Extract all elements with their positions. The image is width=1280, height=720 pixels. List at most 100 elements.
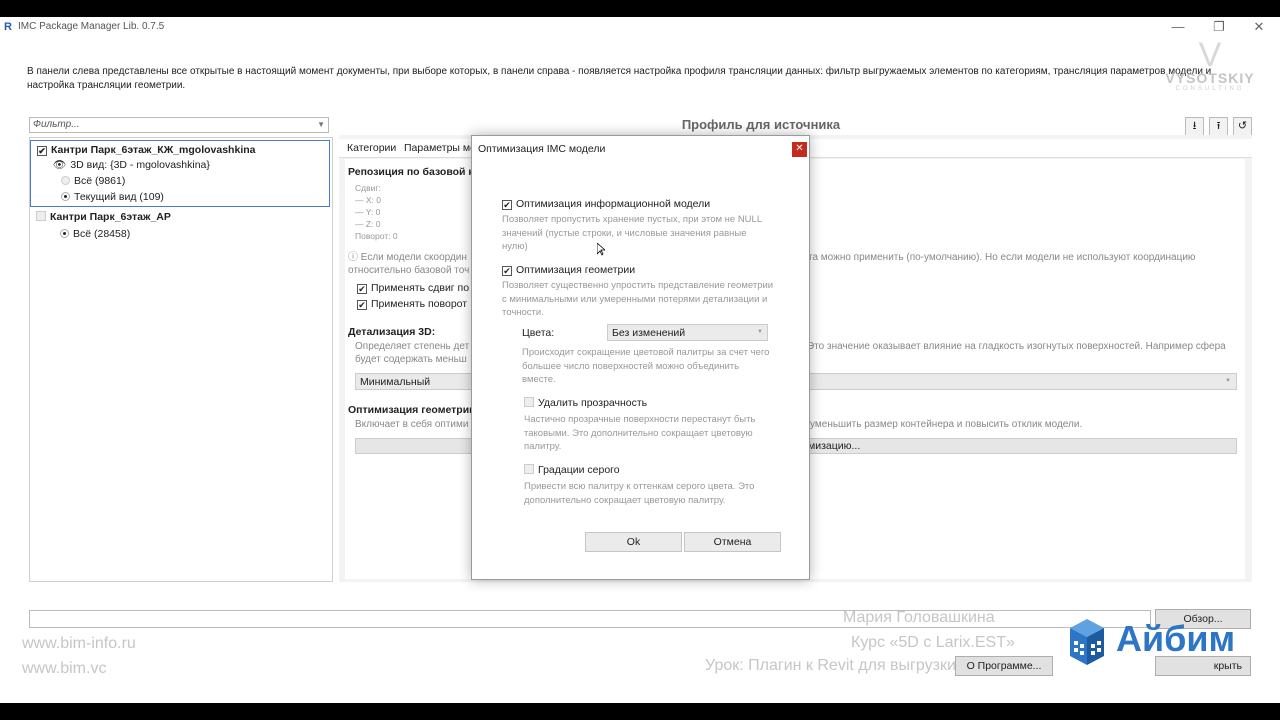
option-label: Всё (28458) (73, 228, 131, 240)
aibim-logo: Айбим (1068, 615, 1258, 671)
document-1-option-all[interactable]: Всё (9861) (61, 175, 125, 187)
author-name: Мария Головашкина (843, 609, 995, 626)
option-label: Текущий вид (109) (74, 191, 164, 203)
minimize-button[interactable]: — (1160, 17, 1196, 37)
rotation-value: Поворот: 0 (355, 231, 398, 241)
aibim-wordmark: Айбим (1116, 618, 1236, 659)
remove-transparency-label: Удалить прозрачность (538, 397, 648, 409)
eye-icon: 👁 (53, 159, 67, 171)
shift-x: — X: 0 (355, 195, 381, 205)
close-dialog-button[interactable]: ✕ (792, 142, 807, 157)
watermark-sub: CONSULTING (1175, 86, 1245, 92)
profile-title: Профиль для источника (681, 117, 841, 132)
dialog-title: Оптимизация IMC модели (478, 143, 606, 155)
about-button[interactable]: О Программе... (955, 656, 1053, 676)
option-label: Всё (9861) (74, 175, 126, 187)
apply-shift-option[interactable]: ✔ Применять сдвиг по (357, 282, 469, 294)
info-optimization-label: Оптимизация информационной модели (516, 198, 711, 210)
detail-heading: Детализация 3D: (348, 326, 436, 338)
chevron-down-icon[interactable]: ▼ (317, 120, 325, 129)
document-1-checkbox[interactable]: ✔ (37, 146, 47, 156)
document-2-checkbox[interactable] (36, 211, 46, 221)
document-1-view: 👁 3D вид: {3D - mgolovashkina} (53, 158, 210, 171)
course-name: Курс «5D с Larix.EST» (851, 634, 1015, 651)
colors-value: Без изменений (612, 327, 686, 339)
info-optimization-hint: Позволяет пропустить хранение пустых, пр… (502, 214, 762, 252)
filter-placeholder: Фильтр... (33, 119, 80, 130)
document-1-option-current-view[interactable]: Текущий вид (109) (61, 191, 164, 203)
document-1-name: Кантри Парк_6этаж_КЖ_mgolovashkina (51, 144, 256, 156)
description-text: В панели слева представлены все открытые… (27, 66, 1212, 91)
detail-hint-left-2: будет содержать меньш (355, 354, 467, 365)
colors-label: Цвета: (522, 327, 555, 339)
info-optimization-checkbox[interactable]: ✔ (502, 200, 512, 210)
export-profile-button[interactable]: ⭱ (1209, 117, 1228, 136)
cancel-button[interactable]: Отмена (684, 532, 781, 552)
tab-categories[interactable]: Категории (347, 142, 396, 154)
chevron-down-icon: ▼ (1225, 378, 1231, 384)
tab-parameters[interactable]: Параметры мо (404, 142, 476, 154)
optimization-button-label: мизацию... (808, 440, 861, 452)
colors-hint: Происходит сокращение цветовой палитры з… (522, 347, 770, 385)
site-url-1: www.bim-info.ru (22, 635, 136, 652)
grayscale-option[interactable]: Градации серого (524, 464, 620, 476)
reposition-heading: Репозиция по базовой ко (348, 166, 480, 178)
apply-shift-checkbox[interactable]: ✔ (357, 284, 367, 294)
apply-shift-label: Применять сдвиг по (371, 282, 470, 294)
document-1-title[interactable]: ✔ Кантри Парк_6этаж_КЖ_mgolovashkina (37, 144, 255, 156)
apply-rotation-option[interactable]: ✔ Применять поворот (357, 298, 467, 310)
grayscale-hint: Привести всю палитру к оттенкам серого ц… (524, 481, 755, 506)
apply-rotation-label: Применять поворот (371, 298, 468, 310)
reset-profile-button[interactable]: ↺ (1233, 117, 1252, 136)
documents-panel: ✔ Кантри Парк_6этаж_КЖ_mgolovashkina 👁 3D … (29, 137, 333, 582)
site-url-2: www.bim.vc (22, 660, 107, 677)
shift-label: Сдвиг: (355, 183, 381, 193)
geometry-optimization-heading: Оптимизация геометрии (348, 404, 476, 416)
document-2-option-all[interactable]: Всё (28458) (60, 228, 130, 240)
vysotskiy-watermark-logo: V VYSOTSKIY CONSULTING (1160, 36, 1260, 110)
radio-all-doc2[interactable] (60, 229, 69, 238)
remove-transparency-hint: Частично прозрачные поверхности перестан… (524, 414, 756, 452)
document-2-name: Кантри Парк_6этаж_АР (50, 211, 171, 223)
document-2-title[interactable]: Кантри Парк_6этаж_АР (36, 211, 171, 223)
colors-select[interactable]: Без изменений ▼ (607, 324, 768, 341)
chevron-down-icon: ▼ (757, 329, 763, 335)
optimization-hint-left: Включает в себя оптими (355, 419, 469, 430)
reposition-hint-right: та можно применить (по-умолчанию). Но ес… (808, 252, 1196, 263)
detail-hint-left: Определяет степень дет (355, 341, 470, 352)
filter-input[interactable]: Фильтр... ▼ (29, 117, 329, 133)
geometry-optimization-checkbox[interactable]: ✔ (502, 266, 512, 276)
revit-app-icon: R (4, 21, 12, 33)
reposition-hint-left: ⓘ Если модели скоордин (348, 252, 467, 263)
detail-hint-right: Это значение оказывает влияние на гладко… (807, 341, 1226, 352)
watermark-name: VYSOTSKIY (1165, 70, 1255, 86)
grayscale-label: Градации серого (538, 464, 620, 476)
maximize-button[interactable]: ❐ (1201, 17, 1237, 37)
document-item-selected[interactable]: ✔ Кантри Парк_6этаж_КЖ_mgolovashkina 👁 3D … (30, 140, 330, 207)
optimization-hint-right: уменьшить размер контейнера и повысить о… (810, 419, 1083, 430)
geometry-optimization-hint: Позволяет существенно упростить представ… (502, 280, 774, 318)
shift-y: — Y: 0 (355, 207, 381, 217)
mouse-cursor-icon (597, 243, 605, 256)
radio-all-doc1[interactable] (61, 176, 70, 185)
geometry-optimization-option[interactable]: ✔ Оптимизация геометрии (502, 264, 635, 276)
grayscale-checkbox[interactable] (524, 464, 534, 474)
apply-rotation-checkbox[interactable]: ✔ (357, 300, 367, 310)
geometry-optimization-label: Оптимизация геометрии (516, 264, 636, 276)
import-profile-button[interactable]: ⭳ (1185, 117, 1204, 136)
radio-current-view-doc1[interactable] (61, 192, 70, 201)
remove-transparency-option[interactable]: Удалить прозрачность (524, 397, 647, 409)
close-window-button[interactable]: ✕ (1241, 17, 1277, 37)
imc-optimization-dialog: Оптимизация IMC модели ✕ ✔ Оптимизация ин… (471, 135, 810, 580)
info-optimization-option[interactable]: ✔ Оптимизация информационной модели (502, 198, 710, 210)
lesson-name: Урок: Плагин к Revit для выгрузки (705, 657, 956, 674)
document-1-view-label: 3D вид: {3D - mgolovashkina} (70, 159, 210, 171)
ok-button[interactable]: Ok (585, 532, 682, 552)
aibim-cube-icon (1070, 619, 1104, 665)
shift-z: — Z: 0 (355, 219, 381, 229)
reposition-hint-left-2: относительно базовой точ (348, 265, 470, 276)
detail-level-value: Минимальный (360, 376, 431, 388)
v-mark-icon: V (1198, 36, 1222, 74)
window-title: IMC Package Manager Lib. 0.7.5 (18, 21, 165, 32)
remove-transparency-checkbox[interactable] (524, 397, 534, 407)
